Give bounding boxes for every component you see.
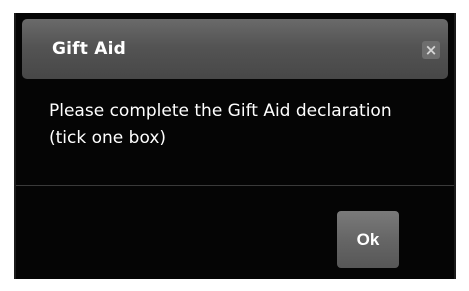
gift-aid-dialog: Gift Aid × Please complete the Gift Aid … <box>14 13 456 279</box>
dialog-title: Gift Aid <box>52 39 126 59</box>
dialog-titlebar: Gift Aid × <box>22 19 448 79</box>
dialog-divider <box>16 185 454 186</box>
close-icon[interactable]: × <box>422 41 440 59</box>
dialog-message: Please complete the Gift Aid declaration… <box>49 101 392 148</box>
ok-button[interactable]: Ok <box>337 211 399 268</box>
